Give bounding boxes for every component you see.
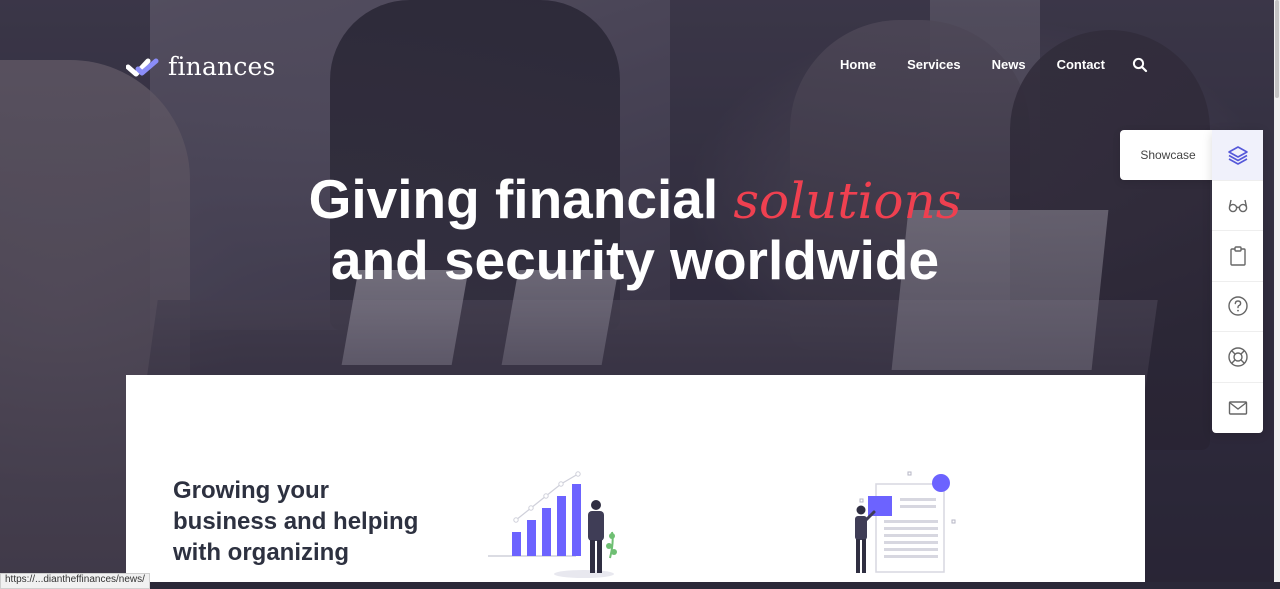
growth-chart-illustration bbox=[488, 471, 617, 578]
section-heading-line: with organizing bbox=[173, 539, 349, 566]
nav-news[interactable]: News bbox=[992, 57, 1026, 72]
section-heading: Growing your business and helping with o… bbox=[173, 475, 473, 568]
side-item-clipboard[interactable] bbox=[1212, 231, 1263, 282]
search-button[interactable] bbox=[1132, 57, 1150, 75]
section-heading-line: business and helping bbox=[173, 508, 419, 535]
side-item-contact[interactable] bbox=[1212, 383, 1263, 434]
side-item-support[interactable] bbox=[1212, 332, 1263, 383]
side-panel bbox=[1212, 130, 1263, 433]
logo-check-icon bbox=[126, 58, 159, 76]
search-icon bbox=[1132, 57, 1148, 73]
headline-accent: solutions bbox=[733, 172, 962, 230]
side-item-preview[interactable] bbox=[1212, 181, 1263, 231]
help-icon bbox=[1227, 296, 1248, 316]
lifebuoy-icon bbox=[1227, 347, 1248, 367]
brand-name: finances bbox=[168, 52, 276, 81]
glasses-icon bbox=[1228, 200, 1247, 213]
hero-headline: Giving financial solutions and security … bbox=[0, 170, 1270, 290]
side-item-help[interactable] bbox=[1212, 282, 1263, 332]
nav-contact[interactable]: Contact bbox=[1057, 57, 1105, 72]
showcase-label: Showcase bbox=[1140, 148, 1196, 162]
status-bar-url: https://...diantheffinances/news/ bbox=[0, 573, 150, 589]
section-heading-line: Growing your bbox=[173, 477, 329, 504]
headline-line1: Giving financial solutions bbox=[308, 168, 962, 231]
scrollbar-thumb[interactable] bbox=[1275, 0, 1279, 98]
headline-text: Giving financial bbox=[308, 168, 734, 230]
layers-icon bbox=[1227, 145, 1248, 165]
side-item-showcase[interactable] bbox=[1212, 130, 1263, 181]
brand-logo[interactable]: finances bbox=[126, 52, 276, 81]
clipboard-icon bbox=[1229, 246, 1246, 266]
headline-line2: and security worldwide bbox=[330, 229, 940, 291]
services-card: Growing your business and helping with o… bbox=[126, 375, 1145, 582]
showcase-tab[interactable]: Showcase bbox=[1120, 130, 1216, 180]
mail-icon bbox=[1228, 401, 1247, 415]
main-nav: Home Services News Contact bbox=[840, 57, 1105, 72]
nav-home[interactable]: Home bbox=[840, 57, 876, 72]
nav-services[interactable]: Services bbox=[907, 57, 961, 72]
document-review-illustration bbox=[855, 471, 956, 573]
